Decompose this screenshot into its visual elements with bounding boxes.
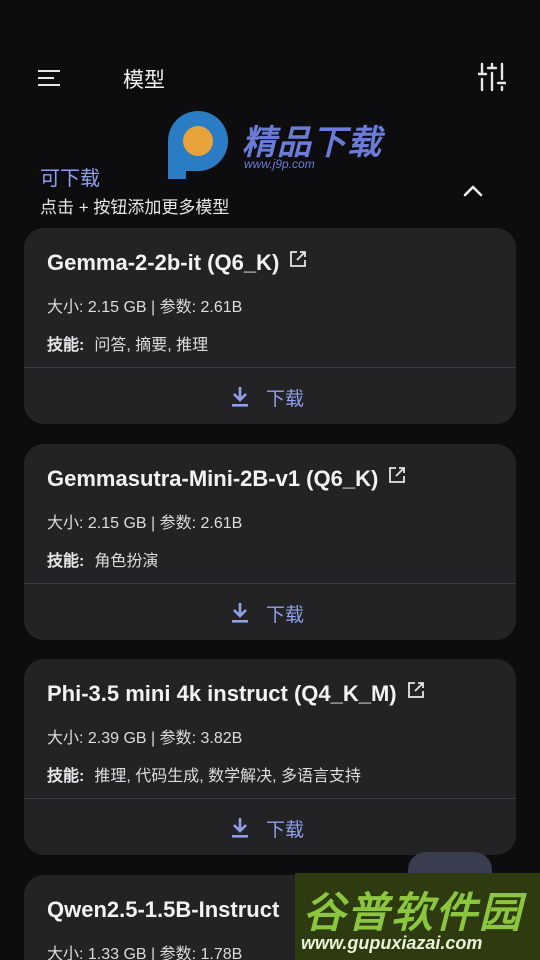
model-card: Phi-3.5 mini 4k instruct (Q4_K_M) 大小: 2.…: [24, 659, 516, 855]
download-icon: [232, 387, 248, 407]
download-icon: [232, 818, 248, 838]
model-card: Gemma-2-2b-it (Q6_K) 大小: 2.15 GB | 参数: 2…: [24, 228, 516, 424]
model-name: Gemmasutra-Mini-2B-v1 (Q6_K): [47, 466, 406, 492]
download-button[interactable]: 下载: [24, 799, 516, 855]
page-title: 模型: [123, 69, 165, 92]
model-skills: 技能: 问答, 摘要, 推理: [47, 337, 209, 354]
model-skills: 技能: 角色扮演: [47, 553, 159, 570]
model-meta: 大小: 2.39 GB | 参数: 3.82B: [47, 730, 243, 747]
menu-icon[interactable]: [38, 66, 62, 90]
model-name: Qwen2.5-1.5B-Instruct: [47, 897, 280, 922]
section-title: 可下载: [40, 168, 100, 190]
download-label: 下载: [266, 604, 305, 626]
section-header: 可下载 点击 + 按钮添加更多模型: [40, 162, 510, 218]
open-external-icon[interactable]: [388, 466, 406, 484]
watermark-bottom-title: 谷普软件园: [303, 889, 524, 936]
model-meta: 大小: 2.15 GB | 参数: 2.61B: [47, 515, 243, 532]
download-icon: [232, 603, 248, 623]
model-meta: 大小: 2.15 GB | 参数: 2.61B: [47, 299, 243, 316]
watermark-bottom: 谷普软件园 www.gupuxiazai.com: [295, 873, 540, 960]
app-bar: 模型: [0, 50, 540, 106]
tune-icon[interactable]: [478, 62, 506, 92]
chevron-up-icon[interactable]: [462, 182, 484, 198]
model-meta: 大小: 1.33 GB | 参数: 1.78B: [47, 946, 243, 960]
download-button[interactable]: 下载: [24, 368, 516, 424]
download-label: 下载: [266, 819, 305, 841]
download-button[interactable]: 下载: [24, 584, 516, 640]
open-external-icon[interactable]: [407, 681, 425, 699]
open-external-icon[interactable]: [289, 250, 307, 268]
model-skills: 技能: 推理, 代码生成, 数学解决, 多语言支持: [47, 768, 362, 785]
watermark-bottom-url: www.gupuxiazai.com: [301, 933, 483, 953]
section-subtitle: 点击 + 按钮添加更多模型: [40, 198, 230, 217]
model-name: Gemma-2-2b-it (Q6_K): [47, 250, 307, 276]
model-card: Gemmasutra-Mini-2B-v1 (Q6_K) 大小: 2.15 GB…: [24, 444, 516, 640]
download-label: 下载: [266, 388, 305, 410]
model-name: Phi-3.5 mini 4k instruct (Q4_K_M): [47, 681, 425, 707]
